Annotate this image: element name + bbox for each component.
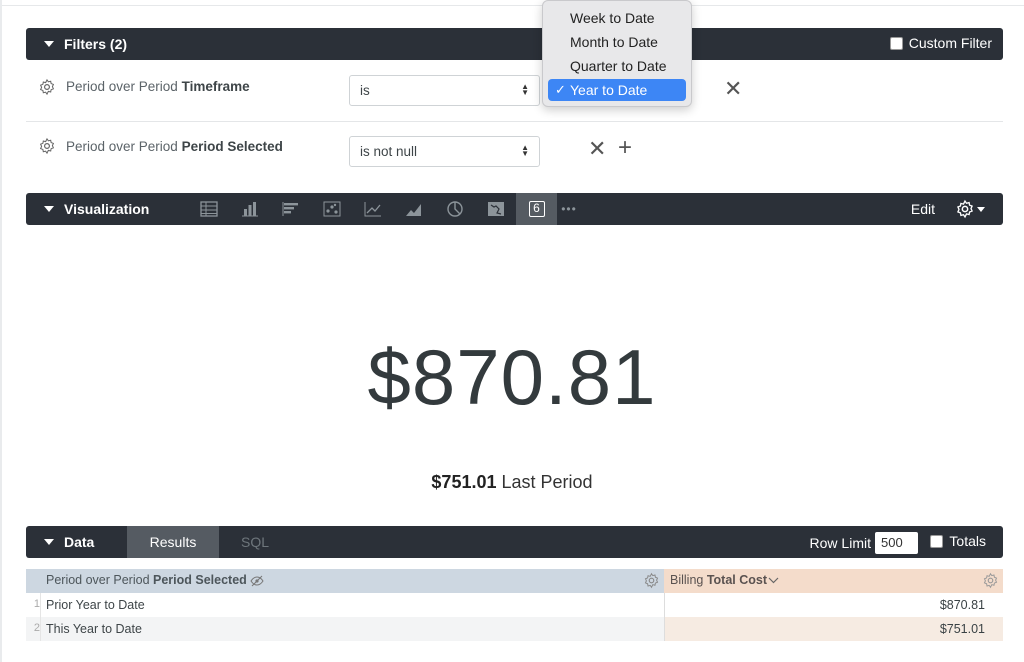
bar-chart-icon[interactable] xyxy=(270,193,311,225)
cell-cost: $751.01 xyxy=(664,617,1003,641)
operator-value: is not null xyxy=(360,144,418,159)
row-limit-input[interactable]: 500 xyxy=(875,532,918,554)
viz-settings-button[interactable] xyxy=(955,199,985,219)
filter-label: Period over Period Timeframe xyxy=(66,79,250,94)
operator-select[interactable]: is not null ▲ ▼ xyxy=(349,136,540,167)
gear-icon[interactable] xyxy=(643,572,660,589)
collapse-caret-icon[interactable] xyxy=(44,41,54,47)
row-number: 2 xyxy=(33,622,40,634)
column-header-field: Period Selected xyxy=(153,573,247,587)
column-header-total-cost[interactable]: Billing Total Cost xyxy=(664,569,1003,593)
remove-filter-icon[interactable]: ✕ xyxy=(724,76,742,102)
hidden-eye-icon[interactable] xyxy=(250,575,264,587)
column-header-field: Total Cost xyxy=(706,573,768,587)
data-bar[interactable]: Data Results SQL Row Limit 500 Totals xyxy=(26,526,1003,558)
map-icon[interactable] xyxy=(475,193,516,225)
comparison-value: $751.01 xyxy=(431,472,497,492)
table-icon[interactable] xyxy=(188,193,229,225)
data-title: Data xyxy=(64,534,95,550)
row-separator xyxy=(40,617,41,641)
single-value-display: $870.81 xyxy=(367,333,657,421)
table-row: 2 This Year to Date $751.01 xyxy=(26,617,1003,641)
column-header-prefix: Period over Period xyxy=(46,573,154,587)
filter-label-field: Timeframe xyxy=(181,79,250,94)
custom-filter-checkbox[interactable] xyxy=(889,36,903,50)
totals-checkbox[interactable] xyxy=(930,534,944,548)
row-number: 1 xyxy=(33,598,40,610)
menu-item-label: Year to Date xyxy=(570,82,648,98)
totals-label: Totals xyxy=(949,533,986,549)
column-chart-icon[interactable] xyxy=(229,193,270,225)
comparison-text: $751.01 Last Period xyxy=(0,472,1024,493)
results-table: Period over Period Period Selected Billi… xyxy=(26,569,1003,641)
custom-filter-toggle[interactable]: Custom Filter xyxy=(889,35,992,51)
cell-period: Prior Year to Date xyxy=(46,598,145,612)
filter-label-field: Period Selected xyxy=(181,139,283,154)
left-border xyxy=(0,0,2,662)
tab-sql[interactable]: SQL xyxy=(219,526,291,558)
filters-bar[interactable]: Filters (2) Custom Filter xyxy=(26,28,1003,60)
filters-title: Filters (2) xyxy=(64,36,128,52)
column-header-prefix: Billing xyxy=(670,573,707,587)
sort-chevron-icon[interactable] xyxy=(768,577,779,584)
checkmark-icon: ✓ xyxy=(555,82,566,97)
remove-filter-icon[interactable]: ✕ xyxy=(588,136,606,162)
visualization-bar[interactable]: Visualization 6 ••• Edit xyxy=(26,193,1003,225)
row-limit-label: Row Limit xyxy=(809,535,871,551)
operator-value: is xyxy=(360,83,370,98)
collapse-caret-icon[interactable] xyxy=(44,206,54,212)
line-chart-icon[interactable] xyxy=(352,193,393,225)
totals-toggle[interactable]: Totals xyxy=(930,533,986,549)
menu-item-month-to-date[interactable]: Month to Date xyxy=(548,31,686,53)
visualization-title: Visualization xyxy=(64,201,150,217)
collapse-caret-icon[interactable] xyxy=(44,539,54,545)
gear-icon xyxy=(957,199,973,219)
menu-item-quarter-to-date[interactable]: Quarter to Date xyxy=(548,55,686,77)
gear-icon[interactable] xyxy=(38,78,56,96)
chevron-down-icon xyxy=(977,206,985,212)
cell-cost: $870.81 xyxy=(664,593,1003,617)
scatter-icon[interactable] xyxy=(311,193,352,225)
single-value-glyph: 6 xyxy=(528,201,545,217)
select-arrows-icon: ▲ ▼ xyxy=(521,82,529,97)
viz-type-toolbar: 6 ••• xyxy=(188,193,581,225)
single-value-icon[interactable]: 6 xyxy=(516,193,557,225)
filter-row-timeframe: Period over Period Timeframe is ▲ ▼ ✕ xyxy=(26,60,1003,120)
edit-button[interactable]: Edit xyxy=(911,201,935,217)
custom-filter-label: Custom Filter xyxy=(908,35,992,51)
column-divider xyxy=(664,593,665,641)
filter-row-period-selected: Period over Period Period Selected is no… xyxy=(26,122,1003,182)
area-chart-icon[interactable] xyxy=(393,193,434,225)
gear-icon[interactable] xyxy=(38,137,56,155)
comparison-label: Last Period xyxy=(501,472,593,492)
cell-period: This Year to Date xyxy=(46,622,142,636)
more-icon[interactable]: ••• xyxy=(557,193,581,225)
table-header: Period over Period Period Selected Billi… xyxy=(26,569,1003,593)
add-filter-icon[interactable]: + xyxy=(618,134,632,162)
table-row: 1 Prior Year to Date $870.81 xyxy=(26,593,1003,617)
filter-label-prefix: Period over Period xyxy=(66,79,182,94)
timeframe-dropdown-menu: Week to Date Month to Date Quarter to Da… xyxy=(542,0,692,107)
row-separator xyxy=(40,593,41,617)
menu-item-year-to-date[interactable]: ✓ Year to Date xyxy=(548,79,686,101)
filter-label-prefix: Period over Period xyxy=(66,139,182,154)
pie-chart-icon[interactable] xyxy=(434,193,475,225)
filter-label: Period over Period Period Selected xyxy=(66,139,283,154)
column-header-period-selected[interactable]: Period over Period Period Selected xyxy=(26,569,664,593)
tab-results[interactable]: Results xyxy=(127,526,219,558)
operator-select[interactable]: is ▲ ▼ xyxy=(349,75,540,106)
select-arrows-icon: ▲ ▼ xyxy=(521,143,529,158)
row-limit: Row Limit 500 xyxy=(810,532,918,554)
menu-item-week-to-date[interactable]: Week to Date xyxy=(548,7,686,29)
top-border xyxy=(0,0,1024,6)
gear-icon[interactable] xyxy=(982,572,999,589)
